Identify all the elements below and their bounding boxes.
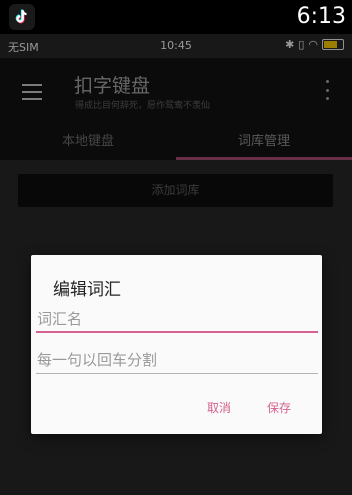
edit-vocabulary-dialog: 编辑词汇 词汇名 每一句以回车分割 取消 保存 bbox=[31, 255, 322, 434]
save-button[interactable]: 保存 bbox=[267, 399, 291, 416]
vocabulary-content-input[interactable]: 每一句以回车分割 bbox=[36, 348, 318, 374]
dialog-title: 编辑词汇 bbox=[53, 280, 121, 300]
phone-screen: 无SIM 10:45 ✱ ▯ ◠ 扣字键盘 得成比目何辞死，愿作鸳鸯不羡仙 本地… bbox=[0, 34, 352, 495]
host-status-bar: 6:13 bbox=[0, 0, 352, 34]
cancel-button[interactable]: 取消 bbox=[207, 399, 231, 416]
vocabulary-name-input[interactable]: 词汇名 bbox=[36, 307, 318, 333]
host-clock: 6:13 bbox=[296, 4, 346, 29]
tiktok-icon bbox=[9, 4, 35, 30]
vocabulary-name-placeholder: 词汇名 bbox=[37, 310, 83, 328]
vocabulary-content-placeholder: 每一句以回车分割 bbox=[37, 351, 158, 369]
